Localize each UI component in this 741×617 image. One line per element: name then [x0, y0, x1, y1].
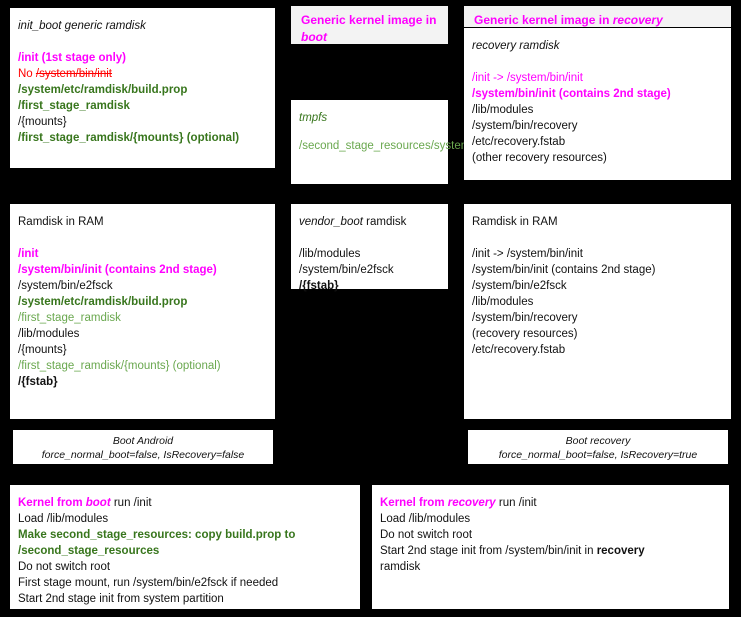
- gki-recovery-header-prefix: Generic kernel image in: [474, 13, 613, 27]
- gki-boot-header-emphasis: boot: [301, 30, 327, 44]
- recovery-line-init-symlink: /init -> /system/bin/init: [472, 72, 583, 84]
- ramdisk-boot-line-system-bin-init: /system/bin/init (contains 2nd stage): [18, 264, 217, 276]
- kernel-recovery-head-suffix: run /init: [495, 497, 537, 509]
- kernel-recovery-line-ramdisk: ramdisk: [380, 561, 421, 573]
- init-boot-ramdisk-title: init_boot generic ramdisk: [18, 20, 146, 32]
- kernel-boot-head-prefix: Kernel from: [18, 497, 86, 509]
- kernel-boot-line-first-stage-mount: First stage mount, run /system/bin/e2fsc…: [18, 577, 279, 589]
- ramdisk-boot-line-e2fsck: /system/bin/e2fsck: [18, 280, 113, 292]
- ramdisk-recovery-line-etc-recovery-fstab: /etc/recovery.fstab: [472, 344, 566, 356]
- kernel-from-recovery-box: Kernel from recovery run /init Load /lib…: [372, 485, 729, 609]
- ramdisk-recovery-line-init-symlink: /init -> /system/bin/init: [472, 248, 583, 260]
- ramdisk-boot-line-init: /init: [18, 248, 39, 260]
- boot-recovery-label-line1: Boot recovery: [565, 435, 631, 447]
- ramdisk-boot-line-fstab: /{fstab}: [18, 376, 58, 388]
- kernel-boot-head-emphasis: boot: [85, 497, 111, 509]
- init-boot-line-first-stage-mounts: /first_stage_ramdisk/{mounts} (optional): [18, 132, 240, 144]
- recovery-line-etc-recovery-fstab: /etc/recovery.fstab: [472, 136, 566, 148]
- init-boot-line-mounts: /{mounts}: [18, 116, 67, 128]
- recovery-line-lib-modules: /lib/modules: [472, 104, 534, 116]
- vendor-boot-line-e2fsck: /system/bin/e2fsck: [299, 264, 394, 276]
- kernel-boot-line-make-resources: Make second_stage_resources: copy build.…: [18, 529, 296, 541]
- ramdisk-recovery-line-lib-modules: /lib/modules: [472, 296, 534, 308]
- ramdisk-in-ram-boot-box: Ramdisk in RAM /init /system/bin/init (c…: [10, 204, 275, 419]
- init-boot-line-first-stage-ramdisk: /first_stage_ramdisk: [18, 100, 130, 112]
- diagram-canvas: init_boot generic ramdisk /init (1st sta…: [0, 0, 741, 617]
- ramdisk-boot-line-first-stage-ramdisk: /first_stage_ramdisk: [18, 312, 121, 324]
- vendor-boot-line-fstab: /{fstab}: [299, 280, 339, 292]
- kernel-recovery-head: Kernel from recovery run /init: [380, 495, 721, 511]
- init-boot-line-no-system-bin-init: No /system/bin/init: [18, 66, 267, 82]
- gki-recovery-header-emphasis: recovery: [612, 13, 663, 27]
- vendor-boot-line-lib-modules: /lib/modules: [299, 248, 361, 260]
- kernel-boot-head: Kernel from boot run /init: [18, 495, 352, 511]
- boot-android-label-line1: Boot Android: [112, 435, 174, 447]
- init-boot-line-init: /init (1st stage only): [18, 52, 126, 64]
- init-boot-ramdisk-box: init_boot generic ramdisk /init (1st sta…: [10, 8, 275, 168]
- kernel-boot-line-second-stage-resources: /second_stage_resources: [18, 545, 160, 557]
- init-boot-line-build-prop: /system/etc/ramdisk/build.prop: [18, 84, 188, 96]
- kernel-recovery-line-no-switch-root: Do not switch root: [380, 529, 473, 541]
- gki-recovery-ramdisk-box: recovery ramdisk /init -> /system/bin/in…: [464, 28, 731, 180]
- kernel-recovery-head-prefix: Kernel from: [380, 497, 448, 509]
- kernel-recovery-line-start-2nd-stage: Start 2nd stage init from /system/bin/in…: [380, 543, 721, 559]
- ramdisk-ram-boot-title: Ramdisk in RAM: [18, 216, 104, 228]
- ramdisk-recovery-line-e2fsck: /system/bin/e2fsck: [472, 280, 567, 292]
- ramdisk-ram-recovery-title: Ramdisk in RAM: [472, 216, 558, 228]
- ramdisk-boot-line-mounts: /{mounts}: [18, 344, 67, 356]
- gki-boot-tmpfs-box: tmpfs /second_stage_resources/system/etc…: [291, 100, 587, 184]
- ramdisk-recovery-line-system-bin-recovery: /system/bin/recovery: [472, 312, 578, 324]
- kernel-boot-head-suffix: run /init: [110, 497, 152, 509]
- kernel-boot-line-load-modules: Load /lib/modules: [18, 513, 109, 525]
- kernel-from-boot-box: Kernel from boot run /init Load /lib/mod…: [10, 485, 360, 609]
- recovery-ramdisk-title: recovery ramdisk: [472, 40, 560, 52]
- vendor-boot-title-suffix: ramdisk: [362, 216, 407, 228]
- tmpfs-title: tmpfs: [299, 112, 328, 124]
- kernel-boot-line-start-2nd-stage: Start 2nd stage init from system partiti…: [18, 593, 224, 605]
- gki-recovery-header: Generic kernel image in recovery: [464, 6, 731, 27]
- boot-android-label-line2: force_normal_boot=false, IsRecovery=fals…: [41, 449, 245, 461]
- boot-android-label-box: Boot Android force_normal_boot=false, Is…: [13, 430, 273, 464]
- recovery-line-system-bin-init: /system/bin/init (contains 2nd stage): [472, 88, 671, 100]
- vendor-boot-title-emphasis: vendor_boot: [299, 216, 363, 228]
- kernel-boot-line-no-switch-root: Do not switch root: [18, 561, 111, 573]
- ramdisk-boot-line-lib-modules: /lib/modules: [18, 328, 80, 340]
- gki-boot-header: Generic kernel image in boot: [291, 6, 448, 44]
- ramdisk-boot-line-first-stage-mounts: /first_stage_ramdisk/{mounts} (optional): [18, 360, 221, 372]
- no-prefix: No: [18, 68, 36, 80]
- ramdisk-in-ram-recovery-box: Ramdisk in RAM /init -> /system/bin/init…: [464, 204, 731, 419]
- ramdisk-boot-line-build-prop: /system/etc/ramdisk/build.prop: [18, 296, 188, 308]
- kernel-recovery-start-text: Start 2nd stage init from /system/bin/in…: [380, 545, 597, 557]
- kernel-recovery-line-load-modules: Load /lib/modules: [380, 513, 471, 525]
- recovery-line-system-bin-recovery: /system/bin/recovery: [472, 120, 578, 132]
- gki-boot-header-prefix: Generic kernel image in: [301, 13, 437, 27]
- boot-recovery-label-line2: force_normal_boot=false, IsRecovery=true: [498, 449, 698, 461]
- vendor-boot-ramdisk-box: vendor_boot ramdisk /lib/modules /system…: [291, 204, 448, 292]
- struck-path: /system/bin/init: [35, 68, 112, 80]
- tmpfs-line-second-stage-resources: /second_stage_resources/system/etc/ramdi…: [299, 140, 587, 152]
- ramdisk-recovery-line-recovery-resources: (recovery resources): [472, 328, 578, 340]
- recovery-line-other-resources: (other recovery resources): [472, 152, 607, 164]
- kernel-recovery-start-emphasis: recovery: [596, 545, 645, 557]
- vendor-boot-title: vendor_boot ramdisk: [299, 214, 440, 230]
- kernel-recovery-head-emphasis: recovery: [447, 497, 496, 509]
- ramdisk-recovery-line-system-bin-init: /system/bin/init (contains 2nd stage): [472, 264, 656, 276]
- boot-recovery-label-box: Boot recovery force_normal_boot=false, I…: [468, 430, 728, 464]
